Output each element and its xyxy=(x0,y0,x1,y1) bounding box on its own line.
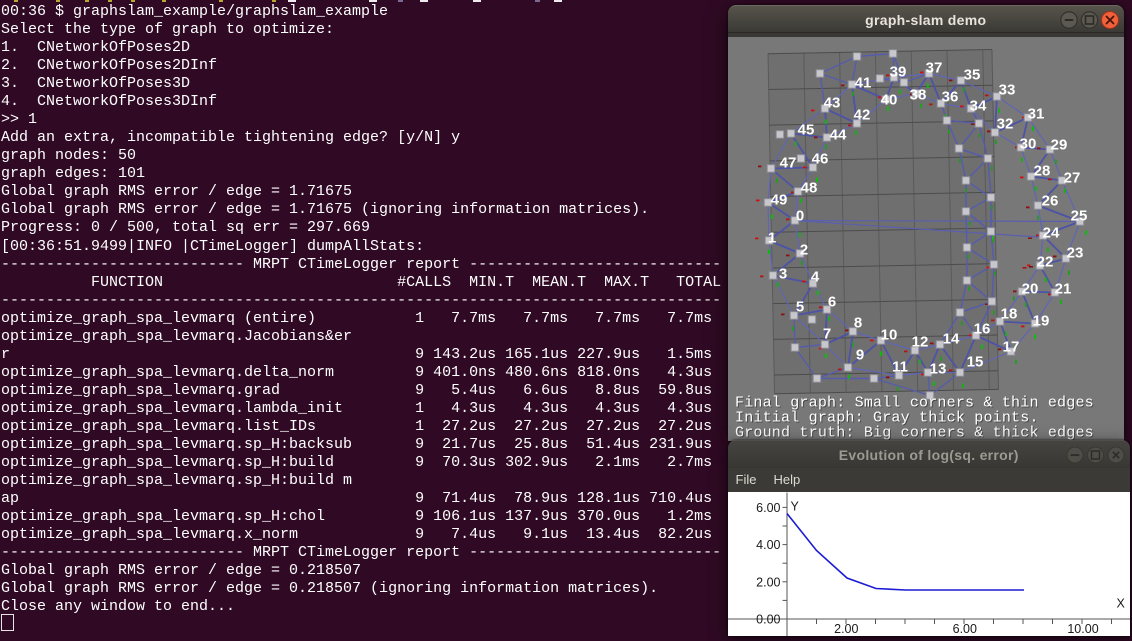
svg-text:28: 28 xyxy=(1034,163,1051,180)
svg-text:41: 41 xyxy=(855,75,872,92)
svg-text:34: 34 xyxy=(970,98,987,115)
svg-text:33: 33 xyxy=(999,82,1016,99)
svg-text:43: 43 xyxy=(824,95,841,112)
svg-text:21: 21 xyxy=(1055,281,1072,298)
svg-text:47: 47 xyxy=(780,155,797,172)
svg-text:40: 40 xyxy=(881,92,898,109)
svg-text:4.00: 4.00 xyxy=(756,538,780,552)
svg-text:27: 27 xyxy=(1064,170,1081,187)
svg-text:19: 19 xyxy=(1033,313,1050,330)
svg-text:32: 32 xyxy=(997,116,1014,133)
svg-text:44: 44 xyxy=(830,127,847,144)
svg-text:0: 0 xyxy=(796,208,804,225)
svg-text:22: 22 xyxy=(1037,254,1054,271)
svg-text:12: 12 xyxy=(912,334,929,351)
svg-text:17: 17 xyxy=(1003,339,1020,356)
svg-text:14: 14 xyxy=(943,331,960,348)
svg-text:3: 3 xyxy=(779,266,787,283)
svg-text:16: 16 xyxy=(974,321,991,338)
svg-text:13: 13 xyxy=(930,361,947,378)
svg-text:48: 48 xyxy=(801,180,818,197)
svg-text:X: X xyxy=(1116,596,1125,610)
svg-text:23: 23 xyxy=(1067,245,1084,262)
svg-text:35: 35 xyxy=(964,67,981,84)
svg-text:37: 37 xyxy=(926,60,943,77)
svg-text:24: 24 xyxy=(1043,225,1060,242)
svg-text:6.00: 6.00 xyxy=(756,501,780,515)
svg-text:39: 39 xyxy=(890,64,907,81)
svg-text:45: 45 xyxy=(798,122,815,139)
svg-text:2: 2 xyxy=(800,242,808,259)
svg-text:25: 25 xyxy=(1071,208,1088,225)
svg-text:38: 38 xyxy=(910,87,927,104)
svg-text:36: 36 xyxy=(942,89,959,106)
svg-text:9: 9 xyxy=(856,347,864,364)
svg-text:Y: Y xyxy=(790,499,799,513)
svg-text:30: 30 xyxy=(1020,136,1037,153)
svg-text:0.00: 0.00 xyxy=(756,612,780,626)
svg-text:8: 8 xyxy=(854,315,862,332)
svg-text:49: 49 xyxy=(771,192,788,209)
svg-text:7: 7 xyxy=(823,326,831,343)
svg-text:29: 29 xyxy=(1051,137,1068,154)
svg-text:18: 18 xyxy=(1001,306,1018,323)
svg-text:42: 42 xyxy=(854,107,871,124)
svg-text:20: 20 xyxy=(1022,281,1039,298)
svg-text:1: 1 xyxy=(768,230,776,247)
svg-text:10.00: 10.00 xyxy=(1067,622,1098,636)
svg-text:6: 6 xyxy=(828,294,836,311)
svg-text:Ground truth: Big corners & th: Ground truth: Big corners & thick edges xyxy=(735,425,1094,441)
svg-text:46: 46 xyxy=(812,151,829,168)
svg-text:10: 10 xyxy=(881,327,898,344)
svg-text:31: 31 xyxy=(1028,106,1045,123)
svg-text:2.00: 2.00 xyxy=(756,575,780,589)
svg-text:26: 26 xyxy=(1042,193,1059,210)
svg-text:11: 11 xyxy=(892,359,908,376)
svg-text:4: 4 xyxy=(811,269,820,286)
svg-text:2.00: 2.00 xyxy=(834,622,858,636)
svg-text:6.00: 6.00 xyxy=(952,622,976,636)
svg-text:15: 15 xyxy=(967,354,984,371)
svg-text:5: 5 xyxy=(796,299,804,316)
